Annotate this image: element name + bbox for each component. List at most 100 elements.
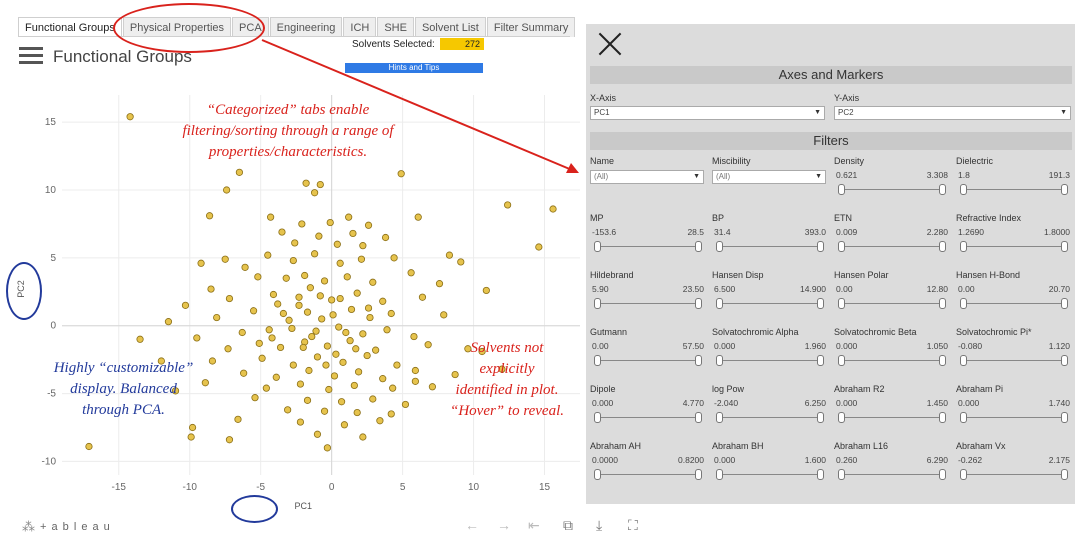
- solvent-point[interactable]: [269, 290, 278, 299]
- solvent-point[interactable]: [336, 259, 344, 267]
- download-icon[interactable]: ⤓: [596, 517, 602, 534]
- slider-max-handle[interactable]: [817, 241, 824, 252]
- slider-min-handle[interactable]: [594, 412, 601, 423]
- solvent-point[interactable]: [336, 294, 344, 303]
- solvent-point[interactable]: [276, 343, 285, 352]
- solvent-point[interactable]: [390, 254, 398, 262]
- solvent-point[interactable]: [363, 351, 371, 360]
- solvent-point[interactable]: [383, 326, 391, 334]
- solvent-point[interactable]: [305, 366, 313, 375]
- slider-max-handle[interactable]: [695, 241, 702, 252]
- slider-min-handle[interactable]: [594, 298, 601, 309]
- slider-max-handle[interactable]: [1061, 412, 1068, 423]
- solvent-point[interactable]: [440, 311, 448, 319]
- solvent-point[interactable]: [445, 251, 454, 259]
- solvent-point[interactable]: [224, 345, 232, 353]
- solvent-point[interactable]: [350, 381, 358, 390]
- slider-max-handle[interactable]: [939, 469, 946, 480]
- slider-max-handle[interactable]: [695, 412, 702, 423]
- solvent-point[interactable]: [346, 337, 354, 345]
- solvent-point[interactable]: [282, 274, 290, 282]
- slider-min-handle[interactable]: [960, 412, 967, 423]
- solvent-point[interactable]: [255, 339, 263, 347]
- solvent-point[interactable]: [181, 301, 190, 309]
- slider-track[interactable]: [596, 303, 700, 304]
- solvent-point[interactable]: [328, 296, 336, 304]
- solvent-point[interactable]: [381, 233, 390, 242]
- slider-max-handle[interactable]: [939, 412, 946, 423]
- solvent-point[interactable]: [389, 384, 397, 392]
- solvent-point[interactable]: [306, 284, 314, 292]
- solvent-point[interactable]: [288, 324, 296, 333]
- slider-track[interactable]: [596, 417, 700, 418]
- solvent-point[interactable]: [339, 358, 347, 366]
- slider-max-handle[interactable]: [1061, 355, 1068, 366]
- x-axis-select[interactable]: PC1 ▼: [590, 106, 825, 120]
- solvent-point[interactable]: [357, 255, 366, 263]
- solvent-point[interactable]: [205, 212, 214, 220]
- slider-track[interactable]: [718, 360, 822, 361]
- solvent-point[interactable]: [342, 328, 350, 337]
- solvent-point[interactable]: [284, 406, 292, 414]
- slider-min-handle[interactable]: [716, 469, 723, 480]
- slider-track[interactable]: [962, 189, 1066, 190]
- slider-min-handle[interactable]: [960, 469, 967, 480]
- solvent-point[interactable]: [274, 300, 282, 308]
- solvent-point[interactable]: [329, 311, 337, 319]
- solvent-point[interactable]: [457, 258, 465, 266]
- solvent-point[interactable]: [289, 361, 297, 369]
- solvent-point[interactable]: [379, 297, 387, 305]
- name-filter-select[interactable]: (All) ▼: [590, 170, 704, 184]
- slider-min-handle[interactable]: [838, 241, 845, 252]
- solvent-point[interactable]: [264, 251, 272, 259]
- slider-track[interactable]: [718, 303, 822, 304]
- slider-min-handle[interactable]: [960, 355, 967, 366]
- solvent-point[interactable]: [262, 384, 270, 392]
- solvent-point[interactable]: [85, 442, 93, 451]
- solvent-point[interactable]: [249, 307, 258, 315]
- solvent-point[interactable]: [345, 213, 353, 221]
- slider-min-handle[interactable]: [960, 241, 967, 252]
- solvent-point[interactable]: [343, 273, 351, 281]
- solvent-point[interactable]: [333, 240, 341, 248]
- solvent-point[interactable]: [401, 400, 410, 409]
- slider-track[interactable]: [962, 246, 1066, 247]
- solvent-point[interactable]: [387, 410, 395, 418]
- solvent-point[interactable]: [187, 433, 195, 441]
- solvent-point[interactable]: [414, 213, 422, 221]
- slider-max-handle[interactable]: [1061, 469, 1068, 480]
- slider-min-handle[interactable]: [838, 298, 845, 309]
- solvent-point[interactable]: [330, 372, 339, 380]
- slider-max-handle[interactable]: [1061, 241, 1068, 252]
- slider-min-handle[interactable]: [716, 412, 723, 423]
- solvent-point[interactable]: [312, 327, 320, 335]
- slider-min-handle[interactable]: [716, 298, 723, 309]
- solvent-point[interactable]: [238, 328, 246, 337]
- solvent-point[interactable]: [359, 433, 367, 441]
- slider-min-handle[interactable]: [838, 184, 845, 195]
- solvent-point[interactable]: [347, 305, 356, 314]
- solvent-point[interactable]: [323, 444, 331, 452]
- solvent-point[interactable]: [407, 269, 415, 277]
- solvent-point[interactable]: [353, 289, 361, 297]
- solvent-point[interactable]: [207, 285, 215, 293]
- slider-max-handle[interactable]: [695, 469, 702, 480]
- slider-track[interactable]: [840, 246, 944, 247]
- slider-min-handle[interactable]: [594, 241, 601, 252]
- solvent-point[interactable]: [323, 342, 331, 350]
- solvent-point[interactable]: [303, 308, 312, 316]
- miscibility-filter-select[interactable]: (All) ▼: [712, 170, 826, 184]
- solvent-point[interactable]: [379, 375, 387, 383]
- solvent-point[interactable]: [316, 292, 324, 300]
- solvent-point[interactable]: [296, 418, 305, 426]
- solvent-point[interactable]: [359, 330, 367, 338]
- slider-track[interactable]: [596, 246, 700, 247]
- solvent-point[interactable]: [435, 280, 444, 288]
- slider-track[interactable]: [840, 189, 944, 190]
- solvent-point[interactable]: [313, 430, 322, 438]
- slider-max-handle[interactable]: [939, 355, 946, 366]
- slider-max-handle[interactable]: [939, 184, 946, 195]
- solvent-point[interactable]: [411, 366, 419, 375]
- slider-track[interactable]: [596, 474, 700, 475]
- slider-track[interactable]: [962, 474, 1066, 475]
